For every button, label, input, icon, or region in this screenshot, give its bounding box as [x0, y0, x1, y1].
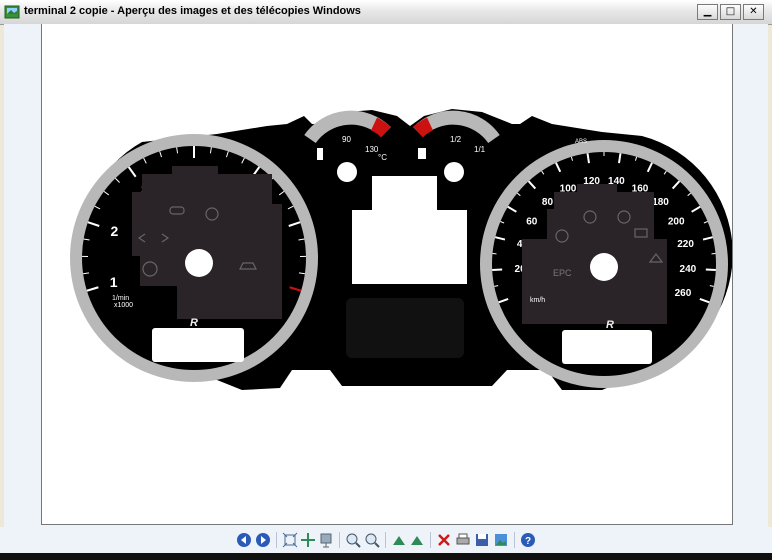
temperature-low: 90	[342, 135, 351, 144]
window-title: terminal 2 copie - Aperçu des images et …	[24, 5, 361, 17]
speedometer-label: 80	[542, 197, 554, 208]
temperature-high: 130	[365, 145, 379, 154]
tachometer-label: 1	[110, 274, 118, 290]
speedometer-label: 260	[675, 288, 692, 299]
toolbar-separator	[276, 532, 277, 548]
slideshow-icon[interactable]	[318, 532, 334, 548]
image-viewport: 1234567 R 1/min x1000 020406080100120140…	[4, 24, 768, 527]
close-button[interactable]: ✕	[743, 4, 764, 20]
speedometer-tick	[705, 268, 716, 272]
tachometer-logo: R	[190, 317, 198, 329]
temperature-redline	[370, 117, 391, 138]
image-viewer-window: terminal 2 copie - Aperçu des images et …	[0, 0, 772, 560]
speedometer-label: 240	[680, 264, 697, 275]
rotate-cw-icon[interactable]	[391, 532, 407, 548]
tachometer-label: 2	[111, 223, 119, 239]
tachometer-unit-top: 1/min	[112, 295, 129, 302]
tachometer-display-window	[152, 328, 244, 362]
toolbar-separator	[514, 532, 515, 548]
toolbar-separator	[385, 532, 386, 548]
speedometer-logo: R	[606, 319, 614, 331]
toolbar-separator	[430, 532, 431, 548]
toolbar-separator	[339, 532, 340, 548]
actual-size-icon[interactable]	[300, 532, 316, 548]
coolant-icon	[317, 148, 323, 160]
title-bar[interactable]: terminal 2 copie - Aperçu des images et …	[0, 0, 772, 25]
delete-icon[interactable]	[436, 532, 452, 548]
tachometer-hub	[185, 249, 213, 277]
speedometer-unit: km/h	[530, 297, 545, 304]
help-icon[interactable]: ?	[520, 532, 536, 548]
tachometer-unit-bottom: x1000	[114, 302, 133, 309]
viewer-toolbar: ?	[0, 527, 772, 553]
center-lower-window	[346, 298, 464, 358]
zoom-in-icon[interactable]	[345, 532, 361, 548]
print-icon[interactable]	[455, 532, 471, 548]
maximize-button[interactable]: □	[720, 4, 741, 20]
speedometer-hub	[590, 253, 618, 281]
speedometer-label: 180	[652, 197, 669, 208]
zoom-out-icon[interactable]	[364, 532, 380, 548]
fuel-full: 1/1	[474, 145, 486, 154]
best-fit-icon[interactable]	[282, 532, 298, 548]
fuel-pump-icon	[418, 148, 426, 159]
speedometer-label: 200	[668, 216, 685, 227]
speedometer-label: 220	[677, 239, 694, 250]
minimize-button[interactable]: ▁	[697, 4, 718, 20]
save-icon[interactable]	[474, 532, 490, 548]
temperature-unit: °C	[378, 153, 387, 162]
temperature-hub	[337, 162, 357, 182]
speedometer-display-window	[562, 330, 652, 364]
speedometer-tick	[492, 268, 503, 272]
window-bottom-border	[0, 553, 772, 560]
rotate-ccw-icon[interactable]	[409, 532, 425, 548]
prev-icon[interactable]	[236, 532, 252, 548]
svg-text:?: ?	[525, 536, 531, 547]
fuel-redline	[413, 117, 434, 138]
displayed-image: 1234567 R 1/min x1000 020406080100120140…	[41, 24, 733, 525]
open-with-icon[interactable]	[493, 532, 509, 548]
epc-indicator: EPC	[553, 268, 572, 278]
next-icon[interactable]	[255, 532, 271, 548]
speedometer-label: 60	[526, 216, 538, 227]
abs-badge: ABS	[575, 139, 587, 145]
fuel-hub	[444, 162, 464, 182]
fuel-half: 1/2	[450, 135, 462, 144]
instrument-cluster-image: 1234567 R 1/min x1000 020406080100120140…	[70, 109, 733, 390]
image-viewer-app-icon	[4, 5, 20, 19]
